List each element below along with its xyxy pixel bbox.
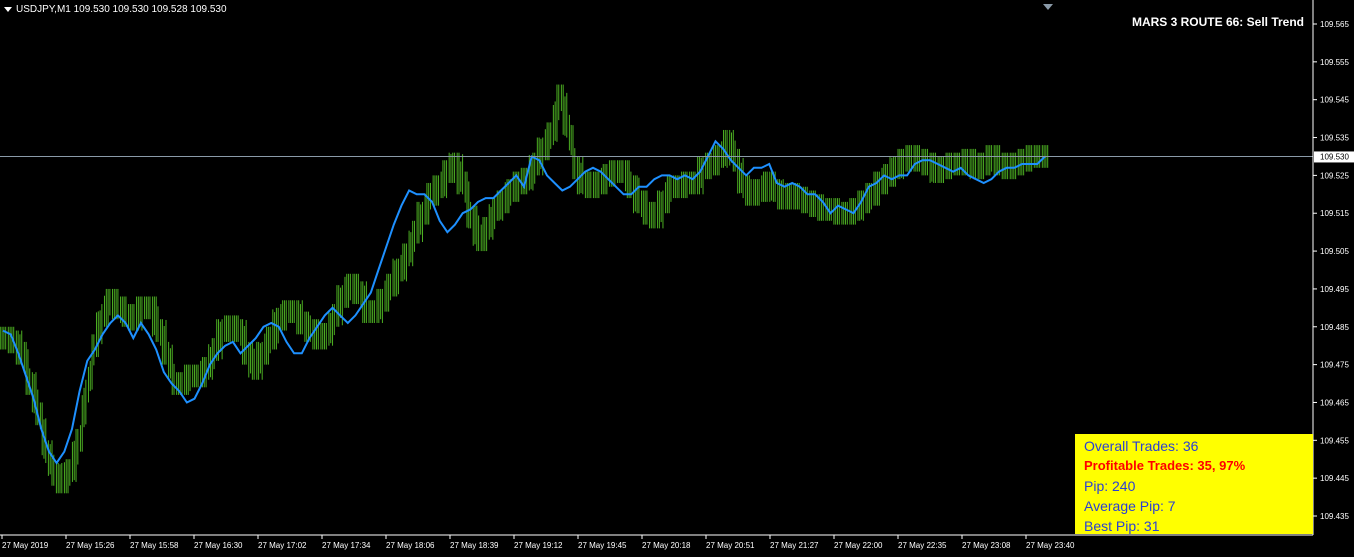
y-tick-label: 109.505 [1320,247,1349,256]
x-tick-label: 27 May 20:18 [642,541,691,550]
y-tick-label: 109.535 [1320,134,1349,143]
x-tick-label: 27 May 17:02 [258,541,307,550]
price-bars [0,84,1049,494]
x-tick-label: 27 May 16:30 [194,541,243,550]
stats-panel: Overall Trades: 36 Profitable Trades: 35… [1075,434,1313,534]
profitable-trades: Profitable Trades: 35, 97% [1084,458,1246,473]
symbol-quote: USDJPY,M1 109.530 109.530 109.528 109.53… [16,4,227,15]
best-pip: Best Pip: 31 [1084,518,1160,534]
average-pip: Average Pip: 7 [1084,498,1176,514]
x-tick-label: 27 May 15:26 [66,541,115,550]
x-tick-label: 27 May 23:08 [962,541,1011,550]
y-tick-label: 109.455 [1320,436,1349,445]
y-tick-label: 109.485 [1320,323,1349,332]
y-tick-label: 109.435 [1320,512,1349,521]
y-tick-label: 109.565 [1320,20,1349,29]
y-tick-label: 109.495 [1320,285,1349,294]
y-tick-label: 109.515 [1320,209,1349,218]
x-tick-label: 27 May 22:35 [898,541,947,550]
chart-header: USDJPY,M1 109.530 109.530 109.528 109.53… [4,4,227,15]
y-tick-label: 109.445 [1320,474,1349,483]
chart-shift-marker[interactable] [1043,4,1053,10]
x-tick-label: 27 May 23:40 [1026,541,1075,550]
x-tick-label: 27 May 17:34 [322,541,371,550]
price-axis: 109.565 109.555 109.545 109.535 109.525 109.5… [1313,20,1349,521]
x-tick-label: 27 May 21:27 [770,541,819,550]
x-tick-label: 27 May 15:58 [130,541,179,550]
menu-triangle-icon[interactable] [4,7,12,12]
time-axis: 27 May 2019 27 May 15:26 27 May 15:58 27 Ma… [1,535,1075,550]
x-tick-label: 27 May 20:51 [706,541,755,550]
y-tick-label: 109.465 [1320,398,1349,407]
x-tick-label: 27 May 2019 [2,541,49,550]
x-tick-label: 27 May 22:00 [834,541,883,550]
moving-average [2,139,1046,465]
y-tick-label: 109.475 [1320,361,1349,370]
x-tick-label: 27 May 19:12 [514,541,563,550]
y-tick-label: 109.555 [1320,58,1349,67]
x-tick-label: 27 May 19:45 [578,541,627,550]
overall-trades: Overall Trades: 36 [1084,438,1199,454]
y-tick-label: 109.525 [1320,171,1349,180]
y-tick-label: 109.545 [1320,96,1349,105]
signal-label: MARS 3 ROUTE 66: Sell Trend [1131,15,1304,29]
x-tick-label: 27 May 18:06 [386,541,435,550]
current-price-label: 109.530 [1320,152,1349,161]
ma-series-line [2,139,1046,465]
x-tick-label: 27 May 18:39 [450,541,499,550]
pip-total: Pip: 240 [1084,478,1136,494]
